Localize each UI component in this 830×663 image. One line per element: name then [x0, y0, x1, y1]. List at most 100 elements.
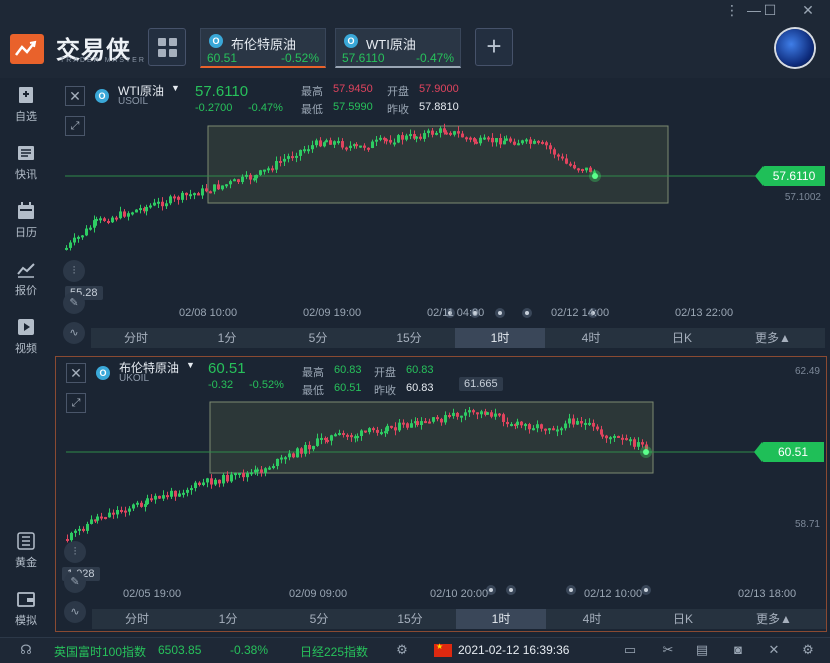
timeframe-more[interactable]: 更多▲: [729, 609, 819, 629]
chevron-down-icon[interactable]: ▼: [186, 360, 195, 370]
maximize-icon[interactable]: ☐: [760, 2, 780, 19]
candle: [308, 444, 311, 450]
candlestick-chart[interactable]: [56, 357, 826, 603]
close-window-icon[interactable]: ✕: [798, 2, 818, 19]
timeframe-tab[interactable]: 15分: [365, 609, 455, 629]
indicator-icon[interactable]: ∿: [63, 322, 85, 344]
candle: [483, 137, 486, 140]
candle: [246, 473, 249, 478]
indicator-icon[interactable]: ∿: [64, 601, 86, 623]
add-quote-button[interactable]: +: [475, 28, 513, 66]
candle: [132, 504, 135, 509]
index2-name[interactable]: 日经225指数: [300, 643, 368, 660]
candle: [221, 185, 224, 190]
candle: [153, 202, 156, 206]
timeframe-tab-active[interactable]: 1时: [455, 328, 545, 348]
candle: [473, 138, 476, 142]
candle: [432, 417, 435, 422]
candle: [311, 145, 314, 150]
candle: [581, 169, 584, 172]
candle: [139, 208, 142, 211]
candle: [272, 466, 275, 469]
candlestick-chart[interactable]: [55, 80, 827, 326]
sidebar-item-calendar[interactable]: 日历: [0, 202, 52, 248]
index1-name[interactable]: 英国富时100指数: [54, 643, 146, 660]
globe-icon[interactable]: [776, 29, 814, 67]
close-panel-button[interactable]: ✕: [66, 363, 86, 383]
candle-type-icon[interactable]: ⫶: [64, 541, 86, 563]
expand-icon[interactable]: ⤢: [66, 393, 86, 413]
candle: [291, 156, 294, 159]
layout-grid-button[interactable]: [148, 28, 186, 66]
camera-icon[interactable]: ◙: [730, 642, 746, 658]
candle: [517, 143, 520, 146]
candle: [494, 413, 497, 417]
candle: [435, 132, 438, 135]
mute-icon[interactable]: ✕: [766, 642, 782, 658]
draw-tool-icon[interactable]: ✎: [64, 571, 86, 593]
sidebar-item-gold[interactable]: 黄金: [0, 532, 52, 578]
candle: [561, 156, 564, 159]
sidebar-item-quotes[interactable]: 报价: [0, 260, 52, 306]
timeframe-tab[interactable]: 分时: [92, 609, 182, 629]
candle: [394, 427, 397, 431]
timeframe-tab[interactable]: 5分: [274, 609, 364, 629]
candle: [557, 154, 560, 157]
candle: [386, 425, 389, 432]
candle: [641, 442, 644, 445]
settings-icon[interactable]: ⚙: [800, 642, 816, 658]
candle: [288, 453, 291, 458]
sidebar-item-demo[interactable]: 模拟: [0, 590, 52, 636]
timeframe-tab[interactable]: 1分: [182, 328, 272, 348]
headset-icon[interactable]: ☊: [18, 642, 34, 658]
timeframe-tab[interactable]: 4时: [546, 328, 636, 348]
timeframe-tab[interactable]: 5分: [273, 328, 363, 348]
timeframe-tab-active[interactable]: 1时: [456, 609, 546, 629]
sidebar-item-video[interactable]: 视频: [0, 318, 52, 364]
draw-tool-icon[interactable]: ✎: [63, 292, 85, 314]
candle: [513, 141, 516, 145]
sidebar-item-label: 日历: [15, 227, 37, 239]
candle-type-icon[interactable]: ⫶: [63, 260, 85, 282]
candle: [214, 479, 217, 485]
gold-icon: [17, 532, 35, 550]
tools-icon[interactable]: ✂: [660, 642, 676, 658]
candle: [356, 435, 359, 438]
candle: [330, 435, 333, 441]
timeframe-tab[interactable]: 15分: [364, 328, 454, 348]
candle: [573, 165, 576, 169]
candle: [423, 133, 426, 139]
price-change: -0.32: [208, 379, 234, 391]
timeframe-tab[interactable]: 1分: [183, 609, 273, 629]
expand-icon[interactable]: ⤢: [65, 116, 85, 136]
settings-tool-icon[interactable]: ⚙: [394, 642, 410, 658]
sidebar-item-watchlist[interactable]: 自选: [0, 86, 52, 132]
quote-tab-brent[interactable]: O 布伦特原油 60.51 -0.52%: [200, 28, 326, 68]
y-axis-label: 62.49: [794, 366, 820, 377]
x-axis-label: 02/11 04:00: [427, 307, 485, 319]
x-axis-label: 02/10 20:00: [430, 588, 489, 600]
candle: [342, 433, 345, 436]
timeframe-tab[interactable]: 日K: [637, 328, 727, 348]
sidebar-item-news[interactable]: 快讯: [0, 144, 52, 190]
timeframe-tab[interactable]: 4时: [547, 609, 637, 629]
candle: [443, 128, 446, 133]
menu-icon[interactable]: ⋮: [722, 2, 742, 19]
timeframe-tab[interactable]: 日K: [638, 609, 728, 629]
prev-close-value: 57.8810: [419, 101, 459, 113]
candle: [74, 530, 77, 533]
screen-icon[interactable]: ▭: [622, 642, 638, 658]
candle: [108, 512, 111, 518]
close-panel-button[interactable]: ✕: [65, 86, 85, 106]
timeframe-more[interactable]: 更多▲: [728, 328, 818, 348]
candle: [337, 141, 340, 144]
candle: [66, 539, 69, 541]
timeframe-tab[interactable]: 分时: [91, 328, 181, 348]
chart-icon[interactable]: ▤: [694, 642, 710, 658]
chevron-down-icon[interactable]: ▼: [171, 83, 180, 93]
current-price-tag: 60.51: [754, 442, 824, 462]
candle: [124, 510, 127, 513]
candle: [150, 498, 153, 501]
quote-tab-wti[interactable]: O WTI原油 57.6110 -0.47%: [335, 28, 461, 68]
candle: [468, 410, 471, 413]
